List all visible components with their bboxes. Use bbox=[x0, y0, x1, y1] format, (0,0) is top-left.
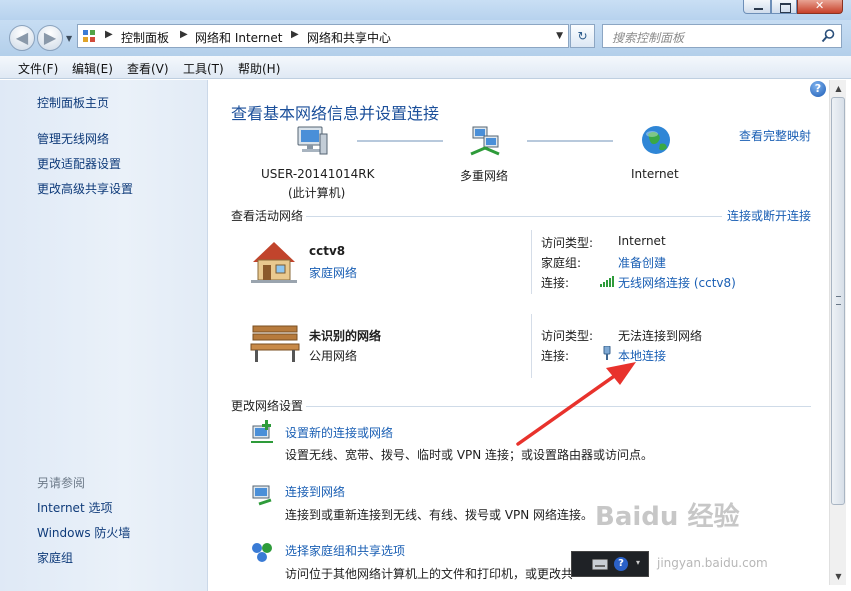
public-network-bench-icon bbox=[250, 325, 300, 362]
refresh-button[interactable]: ↻ bbox=[570, 24, 595, 48]
internet-label: Internet bbox=[631, 167, 679, 181]
minimize-button[interactable] bbox=[743, 0, 771, 14]
multiple-networks-icon[interactable] bbox=[467, 124, 503, 158]
nav-homegroup[interactable]: 家庭组 bbox=[37, 549, 73, 566]
active-networks-heading: 查看活动网络 bbox=[231, 209, 304, 223]
page-title: 查看基本网络信息并设置连接 bbox=[231, 104, 440, 123]
internet-globe-icon[interactable] bbox=[640, 124, 672, 158]
wireless-signal-icon bbox=[600, 276, 614, 287]
connection-label: 连接: bbox=[541, 349, 570, 363]
homegroup-sharing-link[interactable]: 选择家庭组和共享选项 bbox=[285, 542, 405, 559]
computer-subtitle: (此计算机) bbox=[288, 186, 346, 200]
wireless-connection-link[interactable]: 无线网络连接 (cctv8) bbox=[618, 274, 736, 291]
column-divider bbox=[531, 314, 532, 378]
watermark-url: jingyan.baidu.com bbox=[657, 556, 768, 570]
help-icon[interactable]: ? bbox=[614, 557, 628, 571]
menu-tools[interactable]: 工具(T) bbox=[183, 60, 224, 77]
keyboard-icon[interactable] bbox=[592, 559, 608, 570]
access-type-label: 访问类型: bbox=[541, 236, 594, 250]
access-type-value: Internet bbox=[618, 234, 666, 248]
see-also-heading: 另请参阅 bbox=[37, 476, 86, 490]
network-name: cctv8 bbox=[309, 244, 346, 258]
help-icon[interactable]: ? bbox=[810, 81, 826, 97]
nav-advanced-sharing[interactable]: 更改高级共享设置 bbox=[37, 180, 133, 197]
search-input[interactable]: 搜索控制面板 bbox=[612, 29, 684, 46]
window-title-bar bbox=[0, 0, 851, 20]
breadcrumb-separator[interactable]: ▶ bbox=[105, 29, 113, 40]
menu-file[interactable]: 文件(F) bbox=[18, 60, 58, 77]
computer-icon[interactable] bbox=[294, 124, 328, 158]
nav-control-panel-home[interactable]: 控制面板主页 bbox=[37, 94, 109, 111]
home-network-icon bbox=[251, 242, 297, 283]
access-type-label: 访问类型: bbox=[541, 329, 594, 343]
setup-new-connection-link[interactable]: 设置新的连接或网络 bbox=[285, 424, 393, 441]
menu-help[interactable]: 帮助(H) bbox=[238, 60, 280, 77]
nav-change-adapter[interactable]: 更改适配器设置 bbox=[37, 155, 121, 172]
arrow-left-icon: ◀ bbox=[15, 28, 29, 47]
scroll-up-arrow[interactable]: ▲ bbox=[830, 80, 847, 97]
homegroup-link[interactable]: 准备创建 bbox=[618, 254, 666, 271]
forward-button[interactable]: ▶ bbox=[37, 25, 63, 51]
breadcrumb-item[interactable]: 网络和共享中心 bbox=[307, 29, 391, 46]
language-bar[interactable]: ? ▾ bbox=[571, 551, 649, 577]
column-divider bbox=[531, 230, 532, 294]
computer-name: USER-20141014RK bbox=[261, 167, 375, 181]
breadcrumb-separator[interactable]: ▶ bbox=[180, 29, 188, 40]
menu-edit[interactable]: 编辑(E) bbox=[72, 60, 113, 77]
nav-windows-firewall[interactable]: Windows 防火墙 bbox=[37, 524, 130, 541]
view-full-map-link[interactable]: 查看完整映射 bbox=[739, 127, 811, 144]
recent-pages-dropdown[interactable]: ▼ bbox=[66, 34, 72, 43]
search-box[interactable]: 搜索控制面板 bbox=[602, 24, 842, 48]
change-settings-heading: 更改网络设置 bbox=[231, 399, 304, 413]
scroll-down-arrow[interactable]: ▼ bbox=[830, 568, 847, 585]
breadcrumb-item[interactable]: 网络和 Internet bbox=[195, 29, 282, 46]
multiple-networks-label: 多重网络 bbox=[460, 169, 509, 183]
connect-disconnect-link[interactable]: 连接或断开连接 bbox=[727, 207, 811, 224]
search-icon[interactable] bbox=[820, 28, 836, 44]
nav-internet-options[interactable]: Internet 选项 bbox=[37, 499, 112, 516]
refresh-icon: ↻ bbox=[577, 29, 588, 43]
map-connector-line bbox=[357, 140, 443, 142]
nav-manage-wireless[interactable]: 管理无线网络 bbox=[37, 130, 109, 147]
task-description: 连接到或重新连接到无线、有线、拨号或 VPN 网络连接。 bbox=[285, 508, 594, 522]
access-type-value: 无法连接到网络 bbox=[618, 329, 703, 343]
connect-network-icon[interactable] bbox=[249, 482, 275, 506]
homegroup-label: 家庭组: bbox=[541, 256, 582, 270]
new-connection-icon[interactable] bbox=[249, 420, 275, 444]
ethernet-plug-icon bbox=[603, 346, 611, 360]
control-panel-icon bbox=[83, 30, 95, 42]
map-connector-line bbox=[527, 140, 613, 142]
back-button[interactable]: ◀ bbox=[9, 25, 35, 51]
connection-label: 连接: bbox=[541, 276, 570, 290]
local-connection-link[interactable]: 本地连接 bbox=[618, 347, 666, 364]
task-description: 访问位于其他网络计算机上的文件和打印机，或更改共 bbox=[285, 567, 574, 581]
vertical-scrollbar[interactable]: ▲ ▼ bbox=[829, 80, 846, 585]
task-description: 设置无线、宽带、拨号、临时或 VPN 连接；或设置路由器或访问点。 bbox=[285, 448, 654, 462]
close-button[interactable] bbox=[797, 0, 843, 14]
breadcrumb-item[interactable]: 控制面板 bbox=[121, 29, 169, 46]
connect-to-network-link[interactable]: 连接到网络 bbox=[285, 483, 345, 500]
scroll-thumb[interactable] bbox=[831, 97, 845, 505]
homegroup-sharing-icon[interactable] bbox=[249, 540, 275, 564]
address-bar[interactable]: ▶ 控制面板 ▶ 网络和 Internet ▶ 网络和共享中心 ▼ bbox=[77, 24, 569, 48]
navigation-bar: ◀ ▶ ▼ ▶ 控制面板 ▶ 网络和 Internet ▶ 网络和共享中心 ▼ … bbox=[0, 20, 851, 56]
watermark-brand: Baidu 经验 bbox=[595, 502, 740, 532]
section-divider bbox=[306, 216, 722, 217]
breadcrumb-separator[interactable]: ▶ bbox=[291, 29, 299, 40]
chevron-down-icon[interactable]: ▾ bbox=[636, 558, 640, 567]
network-name: 未识别的网络 bbox=[309, 329, 382, 343]
menu-bar: 文件(F) 编辑(E) 查看(V) 工具(T) 帮助(H) bbox=[0, 56, 851, 79]
network-type-link[interactable]: 家庭网络 bbox=[309, 264, 357, 281]
arrow-right-icon: ▶ bbox=[43, 28, 57, 47]
section-divider bbox=[306, 406, 811, 407]
address-dropdown[interactable]: ▼ bbox=[556, 31, 563, 41]
menu-view[interactable]: 查看(V) bbox=[127, 60, 169, 77]
maximize-button[interactable] bbox=[771, 0, 797, 14]
network-type: 公用网络 bbox=[309, 349, 358, 363]
